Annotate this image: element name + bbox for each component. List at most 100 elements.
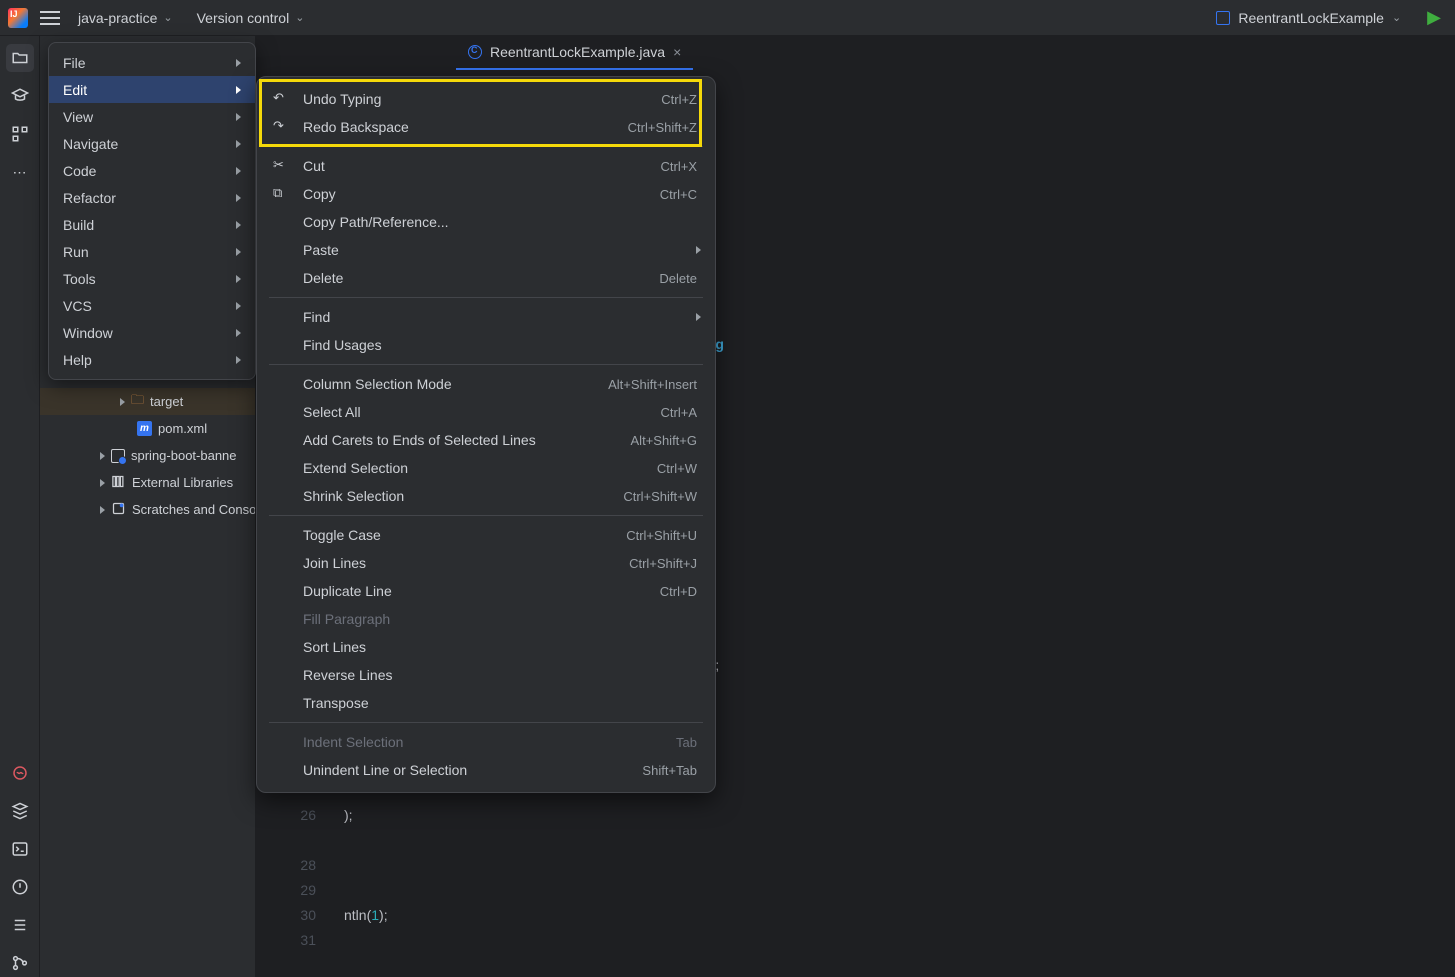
todo-tool-button[interactable] xyxy=(6,911,34,939)
menu-item-column-selection-mode[interactable]: Column Selection ModeAlt+Shift+Insert xyxy=(257,370,715,398)
git-tool-button[interactable] xyxy=(6,949,34,977)
menu-item-run[interactable]: Run xyxy=(49,238,255,265)
menu-item-delete[interactable]: DeleteDelete xyxy=(257,264,715,292)
menu-item-reverse-lines[interactable]: Reverse Lines xyxy=(257,661,715,689)
main-menu-button[interactable] xyxy=(40,11,60,25)
structure-tool-button[interactable] xyxy=(6,120,34,148)
menu-item-help[interactable]: Help xyxy=(49,346,255,373)
menu-item-extend-selection[interactable]: Extend SelectionCtrl+W xyxy=(257,454,715,482)
editor-tab[interactable]: ReentrantLockExample.java × xyxy=(456,36,693,70)
menu-shortcut: Ctrl+A xyxy=(661,405,697,420)
tree-node-pom[interactable]: m pom.xml xyxy=(40,415,255,442)
menu-label: Build xyxy=(63,217,94,233)
menu-item-toggle-case[interactable]: Toggle CaseCtrl+Shift+U xyxy=(257,521,715,549)
chevron-right-icon xyxy=(236,248,241,256)
menu-item-vcs[interactable]: VCS xyxy=(49,292,255,319)
menu-label: Tools xyxy=(63,271,96,287)
more-tool-button[interactable]: ⋯ xyxy=(6,158,34,186)
menu-item-add-carets-to-ends-of-selected-lines[interactable]: Add Carets to Ends of Selected LinesAlt+… xyxy=(257,426,715,454)
undo-icon: ↶ xyxy=(273,90,284,106)
menu-item-fill-paragraph: Fill Paragraph xyxy=(257,605,715,633)
run-config-label: ReentrantLockExample xyxy=(1238,10,1384,26)
run-button[interactable]: ▶ xyxy=(1421,5,1447,30)
menu-item-join-lines[interactable]: Join LinesCtrl+Shift+J xyxy=(257,549,715,577)
menu-item-redo-backspace[interactable]: ↷Redo BackspaceCtrl+Shift+Z xyxy=(257,113,715,141)
project-crumb[interactable]: java-practice ⌄ xyxy=(72,6,179,30)
learn-tool-button[interactable] xyxy=(6,82,34,110)
menu-shortcut: Alt+Shift+G xyxy=(631,433,697,448)
project-tool-button[interactable] xyxy=(6,44,34,72)
menu-item-transpose[interactable]: Transpose xyxy=(257,689,715,717)
menu-item-shrink-selection[interactable]: Shrink SelectionCtrl+Shift+W xyxy=(257,482,715,510)
java-class-icon xyxy=(468,45,482,59)
title-bar: java-practice ⌄ Version control ⌄ Reentr… xyxy=(0,0,1455,36)
menu-shortcut: Delete xyxy=(659,271,697,286)
menu-item-cut[interactable]: ✂CutCtrl+X xyxy=(257,152,715,180)
services-tool-button[interactable] xyxy=(6,797,34,825)
main-menu-popup: FileEditView Navigate CodeRefactor Build Run… xyxy=(48,42,256,380)
menu-item-refactor[interactable]: Refactor xyxy=(49,184,255,211)
problems-tool-button[interactable] xyxy=(6,873,34,901)
menu-item-tools[interactable]: Tools xyxy=(49,265,255,292)
tree-node-banner[interactable]: spring-boot-banne xyxy=(40,442,255,469)
menu-label: Paste xyxy=(303,242,697,258)
tree-node-target[interactable]: 🗀 target xyxy=(40,388,255,415)
menu-item-build[interactable]: Build xyxy=(49,211,255,238)
menu-shortcut: Ctrl+Z xyxy=(661,92,697,107)
menu-label: Shrink Selection xyxy=(303,488,623,504)
menu-label: Navigate xyxy=(63,136,118,152)
run-config-icon xyxy=(1216,11,1230,25)
menu-item-select-all[interactable]: Select AllCtrl+A xyxy=(257,398,715,426)
menu-label: Fill Paragraph xyxy=(303,611,697,627)
project-name: java-practice xyxy=(78,10,157,26)
menu-item-paste[interactable]: Paste xyxy=(257,236,715,264)
menu-shortcut: Tab xyxy=(676,735,697,750)
menu-item-duplicate-line[interactable]: Duplicate LineCtrl+D xyxy=(257,577,715,605)
tree-node-ext-libs[interactable]: External Libraries xyxy=(40,469,255,496)
menu-item-code[interactable]: Code xyxy=(49,157,255,184)
scrollbar[interactable] xyxy=(719,70,733,977)
menu-item-edit[interactable]: Edit xyxy=(49,76,255,103)
menu-label: Run xyxy=(63,244,89,260)
menu-label: Find Usages xyxy=(303,337,697,353)
line-number: 26 xyxy=(256,803,316,828)
menu-shortcut: Ctrl+X xyxy=(661,159,697,174)
menu-item-undo-typing[interactable]: ↶ Undo TypingCtrl+Z xyxy=(257,85,715,113)
menu-shortcut: Ctrl+Shift+U xyxy=(626,528,697,543)
cut-icon: ✂ xyxy=(273,157,284,173)
menu-item-copy[interactable]: ⧉CopyCtrl+C xyxy=(257,180,715,208)
profiler-tool-button[interactable] xyxy=(6,759,34,787)
menu-item-copy-path-reference-[interactable]: Copy Path/Reference... xyxy=(257,208,715,236)
menu-item-find-usages[interactable]: Find Usages xyxy=(257,331,715,359)
menu-item-sort-lines[interactable]: Sort Lines xyxy=(257,633,715,661)
menu-item-file[interactable]: File xyxy=(49,49,255,76)
run-config-selector[interactable]: ReentrantLockExample ⌄ xyxy=(1208,6,1409,30)
menu-label: Toggle Case xyxy=(303,527,626,543)
menu-shortcut: Ctrl+W xyxy=(657,461,697,476)
tree-label: pom.xml xyxy=(158,421,207,436)
menu-item-unindent-line-or-selection[interactable]: Unindent Line or SelectionShift+Tab xyxy=(257,756,715,784)
menu-label: Delete xyxy=(303,270,659,286)
menu-item-view[interactable]: View xyxy=(49,103,255,130)
menu-label: Reverse Lines xyxy=(303,667,697,683)
menu-label: Add Carets to Ends of Selected Lines xyxy=(303,432,631,448)
menu-item-navigate[interactable]: Navigate xyxy=(49,130,255,157)
menu-label: Indent Selection xyxy=(303,734,676,750)
maven-icon: m xyxy=(137,421,152,436)
scratches-icon xyxy=(111,501,126,519)
tree-label: spring-boot-banne xyxy=(131,448,237,463)
tree-node-scratches[interactable]: Scratches and Conso xyxy=(40,496,255,523)
menu-label: Join Lines xyxy=(303,555,629,571)
terminal-tool-button[interactable] xyxy=(6,835,34,863)
menu-shortcut: Alt+Shift+Insert xyxy=(608,377,697,392)
menu-item-find[interactable]: Find xyxy=(257,303,715,331)
chevron-right-icon xyxy=(236,140,241,148)
tree-label: External Libraries xyxy=(132,475,233,490)
libraries-icon xyxy=(111,474,126,492)
chevron-right-icon xyxy=(100,452,105,460)
menu-item-window[interactable]: Window xyxy=(49,319,255,346)
menu-label: Undo Typing xyxy=(303,91,661,107)
vcs-crumb[interactable]: Version control ⌄ xyxy=(191,6,311,30)
close-tab-button[interactable]: × xyxy=(673,44,681,60)
menu-label: Redo Backspace xyxy=(303,119,628,135)
